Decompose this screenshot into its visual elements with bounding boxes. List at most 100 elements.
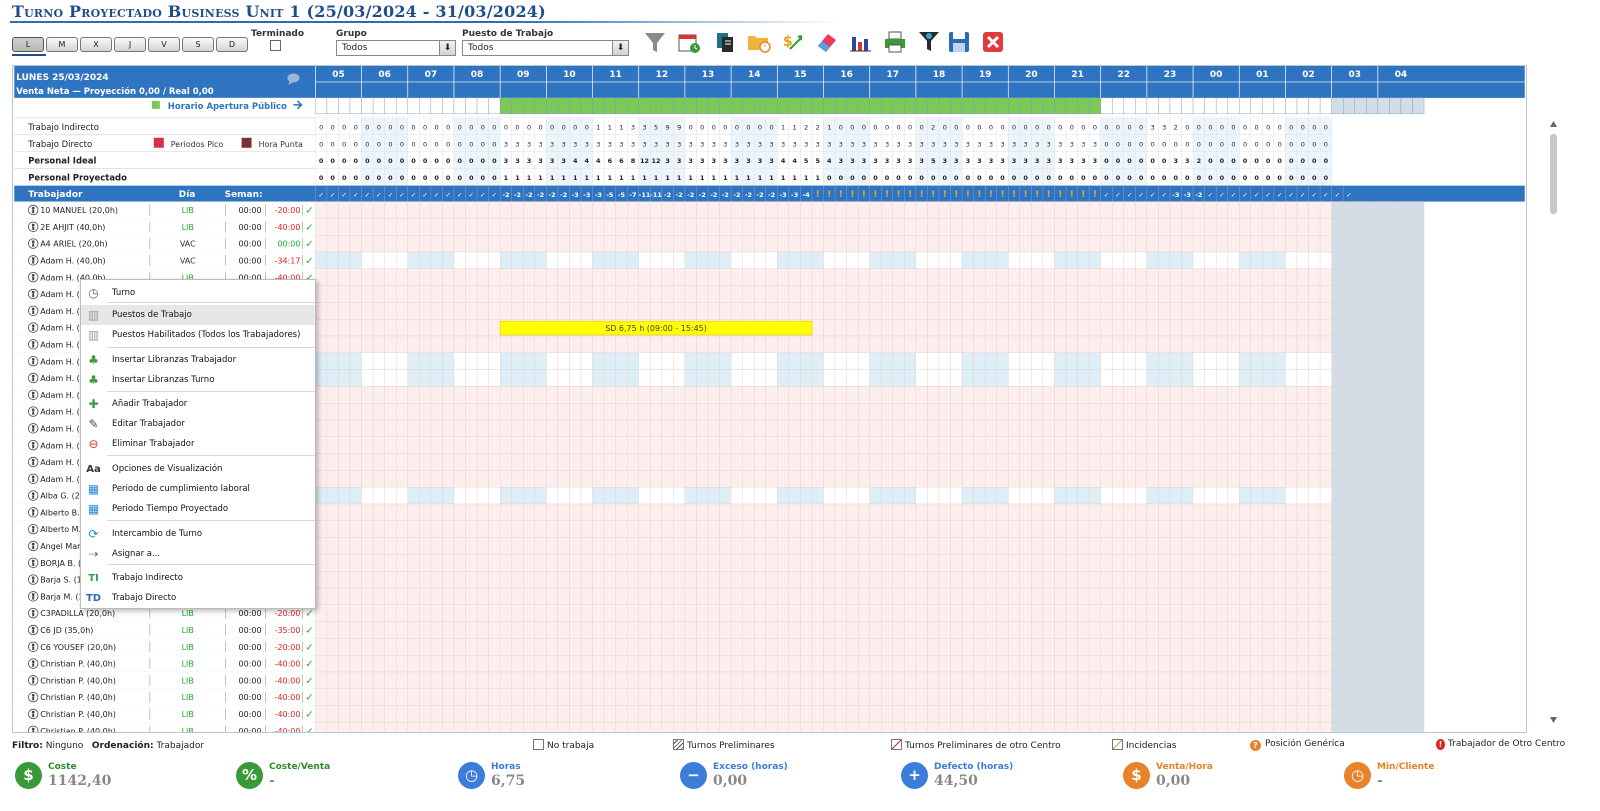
schedule-slot[interactable] bbox=[615, 604, 628, 622]
schedule-slot[interactable] bbox=[476, 218, 489, 236]
schedule-slot[interactable] bbox=[1366, 403, 1379, 421]
schedule-slot[interactable] bbox=[1019, 503, 1032, 521]
schedule-slot[interactable] bbox=[985, 285, 997, 303]
schedule-slot[interactable] bbox=[1135, 722, 1148, 733]
schedule-slot[interactable] bbox=[1354, 621, 1367, 639]
schedule-slot[interactable] bbox=[1019, 201, 1032, 219]
schedule-slot[interactable] bbox=[892, 621, 905, 639]
schedule-slot[interactable] bbox=[569, 722, 582, 733]
schedule-slot[interactable] bbox=[627, 487, 639, 505]
schedule-slot[interactable] bbox=[372, 218, 385, 236]
schedule-slot[interactable] bbox=[396, 403, 408, 421]
schedule-slot[interactable] bbox=[857, 520, 870, 538]
schedule-slot[interactable] bbox=[1019, 386, 1032, 404]
schedule-slot[interactable] bbox=[396, 201, 408, 219]
schedule-slot[interactable] bbox=[1192, 302, 1205, 320]
schedule-slot[interactable] bbox=[569, 621, 582, 639]
schedule-slot[interactable] bbox=[430, 235, 443, 253]
schedule-slot[interactable] bbox=[823, 268, 836, 286]
schedule-slot[interactable] bbox=[719, 655, 732, 673]
schedule-slot[interactable] bbox=[811, 201, 824, 219]
schedule-slot[interactable] bbox=[1400, 419, 1413, 437]
schedule-slot[interactable] bbox=[580, 655, 593, 673]
schedule-slot[interactable] bbox=[453, 587, 466, 605]
schedule-slot[interactable] bbox=[719, 537, 732, 555]
menu-item-intercambio-de-turno[interactable]: ⟳ Intercambio de Turno bbox=[81, 524, 315, 544]
schedule-slot[interactable] bbox=[1112, 688, 1124, 706]
schedule-slot[interactable] bbox=[499, 587, 512, 605]
schedule-slot[interactable] bbox=[592, 571, 605, 589]
schedule-slot[interactable] bbox=[349, 571, 362, 589]
schedule-slot[interactable] bbox=[534, 587, 547, 605]
schedule-slot[interactable] bbox=[1239, 671, 1251, 689]
schedule-slot[interactable] bbox=[1181, 453, 1194, 471]
schedule-slot[interactable] bbox=[892, 335, 905, 353]
schedule-slot[interactable] bbox=[730, 335, 743, 353]
schedule-slot[interactable] bbox=[1308, 705, 1321, 723]
schedule-slot[interactable] bbox=[1331, 655, 1344, 673]
schedule-slot[interactable] bbox=[523, 285, 535, 303]
schedule-slot[interactable] bbox=[1285, 369, 1298, 387]
schedule-slot[interactable] bbox=[765, 251, 778, 269]
schedule-slot[interactable] bbox=[1412, 604, 1425, 622]
schedule-slot[interactable] bbox=[661, 453, 674, 471]
schedule-slot[interactable] bbox=[384, 352, 397, 370]
schedule-slot[interactable] bbox=[719, 235, 732, 253]
schedule-slot[interactable] bbox=[846, 638, 859, 656]
schedule-slot[interactable] bbox=[823, 285, 836, 303]
schedule-slot[interactable] bbox=[950, 554, 963, 572]
schedule-slot[interactable] bbox=[499, 520, 512, 538]
schedule-slot[interactable] bbox=[1285, 503, 1298, 521]
schedule-slot[interactable] bbox=[673, 470, 686, 488]
schedule-slot[interactable] bbox=[349, 688, 362, 706]
schedule-slot[interactable] bbox=[534, 268, 547, 286]
schedule-slot[interactable] bbox=[1100, 487, 1113, 505]
schedule-slot[interactable] bbox=[1400, 638, 1413, 656]
schedule-slot[interactable] bbox=[881, 587, 893, 605]
schedule-slot[interactable] bbox=[1181, 688, 1194, 706]
schedule-slot[interactable] bbox=[349, 369, 362, 387]
schedule-slot[interactable] bbox=[580, 218, 593, 236]
schedule-slot[interactable] bbox=[1135, 403, 1148, 421]
schedule-slot[interactable] bbox=[569, 470, 582, 488]
schedule-slot[interactable] bbox=[557, 235, 570, 253]
schedule-slot[interactable] bbox=[777, 671, 790, 689]
schedule-slot[interactable] bbox=[950, 436, 963, 454]
schedule-slot[interactable] bbox=[742, 453, 755, 471]
schedule-slot[interactable] bbox=[1354, 235, 1367, 253]
schedule-slot[interactable] bbox=[985, 638, 997, 656]
schedule-slot[interactable] bbox=[476, 537, 489, 555]
schedule-slot[interactable] bbox=[1204, 638, 1217, 656]
schedule-slot[interactable] bbox=[904, 251, 917, 269]
schedule-slot[interactable] bbox=[1400, 436, 1413, 454]
schedule-slot[interactable] bbox=[1354, 537, 1367, 555]
schedule-slot[interactable] bbox=[326, 201, 339, 219]
schedule-slot[interactable] bbox=[372, 436, 385, 454]
schedule-slot[interactable] bbox=[1100, 638, 1113, 656]
schedule-slot[interactable] bbox=[834, 722, 847, 733]
schedule-slot[interactable] bbox=[1250, 705, 1263, 723]
schedule-slot[interactable] bbox=[834, 386, 847, 404]
schedule-slot[interactable] bbox=[1296, 688, 1309, 706]
schedule-slot[interactable] bbox=[1204, 537, 1217, 555]
worker-name[interactable]: Adam H. (4 bbox=[40, 374, 85, 383]
schedule-slot[interactable] bbox=[1377, 587, 1390, 605]
schedule-slot[interactable] bbox=[1400, 554, 1413, 572]
schedule-slot[interactable] bbox=[1065, 386, 1078, 404]
worker-name[interactable]: Alberto B. ( bbox=[40, 508, 85, 517]
schedule-slot[interactable] bbox=[569, 571, 582, 589]
schedule-slot[interactable] bbox=[788, 604, 801, 622]
schedule-slot[interactable] bbox=[465, 520, 478, 538]
schedule-slot[interactable] bbox=[1123, 453, 1136, 471]
schedule-slot[interactable] bbox=[1158, 352, 1171, 370]
schedule-slot[interactable] bbox=[1031, 436, 1044, 454]
schedule-slot[interactable] bbox=[869, 520, 882, 538]
schedule-slot[interactable] bbox=[1123, 655, 1136, 673]
schedule-slot[interactable] bbox=[973, 218, 986, 236]
schedule-slot[interactable] bbox=[580, 537, 593, 555]
schedule-slot[interactable] bbox=[650, 503, 662, 521]
schedule-slot[interactable] bbox=[1319, 671, 1332, 689]
schedule-slot[interactable] bbox=[465, 688, 478, 706]
schedule-slot[interactable] bbox=[1331, 268, 1344, 286]
schedule-slot[interactable] bbox=[1169, 604, 1182, 622]
